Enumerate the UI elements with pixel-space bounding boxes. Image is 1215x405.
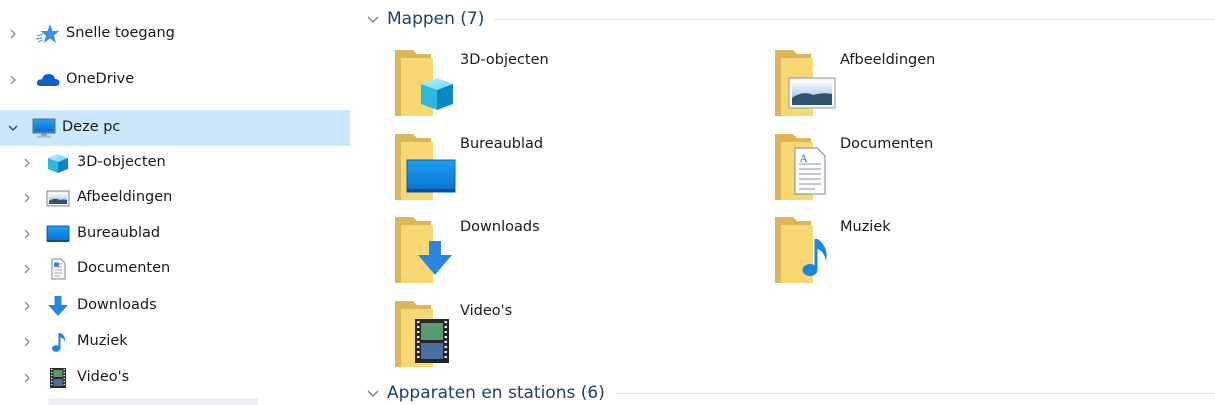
folder-icon (395, 134, 456, 200)
svg-text:A: A (799, 154, 808, 165)
nav-item-onedrive[interactable]: OneDrive (0, 62, 350, 98)
chevron-right-icon[interactable] (20, 299, 34, 313)
folder-icon (395, 301, 449, 367)
chevron-right-icon[interactable] (20, 371, 34, 385)
folder-tile-3d-objecten[interactable]: 3D-objecten (365, 48, 745, 128)
group-header-apparaten[interactable]: Apparaten en stations (6) (365, 381, 1215, 405)
folder-tile-bureaublad[interactable]: Bureaublad (365, 132, 745, 212)
chevron-right-icon[interactable] (6, 73, 20, 87)
film-icon (50, 368, 66, 388)
folder-icon (395, 217, 452, 283)
nav-item-3d-objecten[interactable]: 3D-objecten (0, 145, 350, 181)
folder-tile-afbeeldingen[interactable]: Afbeeldingen (745, 48, 1125, 128)
document-icon (51, 258, 66, 280)
nav-item-deze-pc[interactable]: Deze pc (0, 110, 350, 146)
desktop-icon (46, 225, 70, 242)
chevron-right-icon[interactable] (20, 191, 34, 205)
download-arrow-icon (48, 296, 68, 316)
nav-item-label: Snelle toegang (66, 25, 175, 41)
nav-item-documenten[interactable]: Documenten (0, 251, 350, 287)
chevron-right-icon[interactable] (20, 156, 34, 170)
nav-item-label: Video's (77, 369, 130, 385)
picture-icon (46, 190, 70, 207)
nav-item-muziek[interactable]: Muziek (0, 324, 350, 360)
nav-item-label: Documenten (77, 260, 171, 276)
folder-icon (775, 217, 827, 283)
folder-label: Documenten (840, 136, 934, 152)
chevron-right-icon[interactable] (20, 335, 34, 349)
folder-tile-muziek[interactable]: Muziek (745, 215, 1125, 295)
nav-item-downloads[interactable]: Downloads (0, 288, 350, 324)
chevron-right-icon[interactable] (20, 262, 34, 276)
nav-item-label: OneDrive (66, 71, 135, 87)
nav-item-label: 3D-objecten (77, 154, 166, 170)
folder-icon (395, 50, 453, 116)
chevron-down-icon[interactable] (365, 11, 381, 27)
nav-item-snelle-toegang[interactable]: Snelle toegang (0, 16, 350, 52)
chevron-down-icon[interactable] (365, 385, 381, 401)
navigation-pane: Snelle toegang OneDrive Deze pc 3D-objec… (0, 0, 350, 405)
folder-icon (775, 50, 836, 116)
nav-item-label: Afbeeldingen (77, 189, 173, 205)
nav-item-label: Muziek (77, 333, 128, 349)
nav-item-bureaublad[interactable]: Bureaublad (0, 216, 350, 252)
group-title: Apparaten en stations (6) (387, 383, 605, 403)
cube-icon (48, 154, 68, 173)
nav-item-afbeeldingen[interactable]: Afbeeldingen (0, 180, 350, 216)
nav-item-label: Deze pc (62, 119, 121, 135)
group-header-mappen[interactable]: Mappen (7) (365, 7, 1215, 31)
nav-item-videos[interactable]: Video's (0, 360, 350, 396)
folder-icon: A (775, 134, 826, 200)
nav-item-label: Downloads (77, 297, 157, 313)
cloud-icon (36, 74, 60, 86)
computer-icon (32, 118, 56, 138)
folder-label: Afbeeldingen (840, 52, 936, 68)
nav-item-label: Bureaublad (77, 225, 161, 241)
cut-off-nav-item (48, 398, 258, 405)
folder-tile-documenten[interactable]: A Documenten (745, 132, 1125, 212)
chevron-right-icon[interactable] (20, 227, 34, 241)
group-divider (494, 18, 1215, 20)
folder-tile-videos[interactable]: Video's (365, 299, 745, 379)
folder-label: Downloads (460, 219, 540, 235)
folder-label: Bureaublad (460, 136, 544, 152)
chevron-right-icon[interactable] (6, 27, 20, 41)
folder-label: Video's (460, 303, 513, 319)
folder-tile-downloads[interactable]: Downloads (365, 215, 745, 295)
chevron-down-icon[interactable] (6, 121, 20, 135)
music-note-icon (52, 333, 66, 352)
star-icon (36, 24, 60, 43)
group-divider (614, 392, 1215, 394)
folder-label: Muziek (840, 219, 891, 235)
folder-label: 3D-objecten (460, 52, 549, 68)
group-title: Mappen (7) (387, 9, 485, 29)
